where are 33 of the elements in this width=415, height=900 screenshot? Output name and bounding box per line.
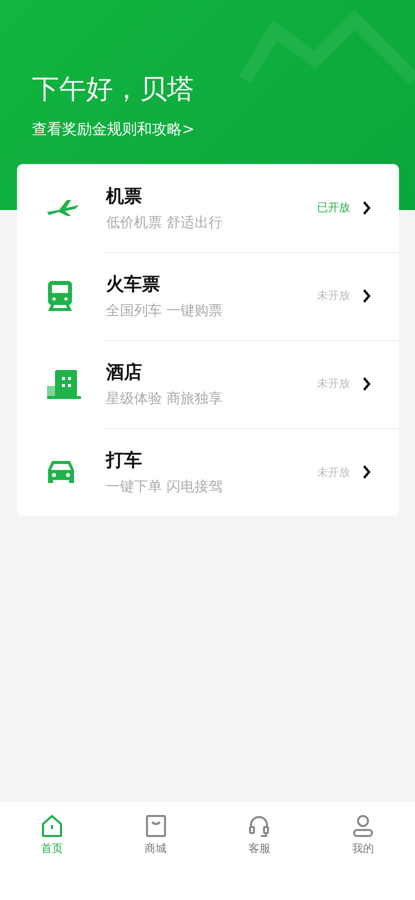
bag-icon <box>144 814 168 838</box>
service-title: 机票 <box>106 184 143 208</box>
chevron-right-icon <box>362 376 371 390</box>
nav-tab[interactable]: 我的 <box>311 814 415 856</box>
greeting-title: 下午好，贝塔 <box>32 73 195 107</box>
service-subtitle: 星级体验 商旅独享 <box>106 390 224 408</box>
service-title: 火车票 <box>106 272 161 296</box>
nav-tab[interactable]: 商城 <box>104 814 208 856</box>
person-icon <box>351 814 376 838</box>
service-title: 酒店 <box>106 360 143 384</box>
service-subtitle: 低价机票 舒适出行 <box>106 214 224 232</box>
service-row[interactable]: 打车 一键下单 闪电接驾 未开放 <box>17 428 399 516</box>
rules-link[interactable]: 查看奖励金规则和攻略> <box>32 120 195 139</box>
service-row[interactable]: 火车票 全国列车 一键购票 未开放 <box>17 252 399 340</box>
chevron-right-icon <box>362 200 371 214</box>
service-status: 未开放 <box>317 376 350 391</box>
nav-tab[interactable]: 首页 <box>0 814 104 856</box>
home-icon <box>40 814 64 838</box>
car-icon <box>45 458 77 486</box>
service-status: 已开放 <box>317 200 350 215</box>
nav-tab[interactable]: 客服 <box>208 814 312 856</box>
chevron-right-icon <box>362 465 371 479</box>
train-icon <box>45 280 75 312</box>
headset-icon <box>247 814 272 838</box>
service-row[interactable]: 机票 低价机票 舒适出行 已开放 <box>17 164 399 252</box>
service-subtitle: 一键下单 闪电接驾 <box>106 478 224 496</box>
service-title: 打车 <box>106 449 143 472</box>
service-status: 未开放 <box>317 288 350 303</box>
building-icon <box>45 368 83 400</box>
service-status: 未开放 <box>317 464 350 480</box>
service-row[interactable]: 酒店 星级体验 商旅独享 未开放 <box>17 340 399 428</box>
service-subtitle: 全国列车 一键购票 <box>106 302 224 320</box>
chevron-right-icon <box>362 288 371 302</box>
